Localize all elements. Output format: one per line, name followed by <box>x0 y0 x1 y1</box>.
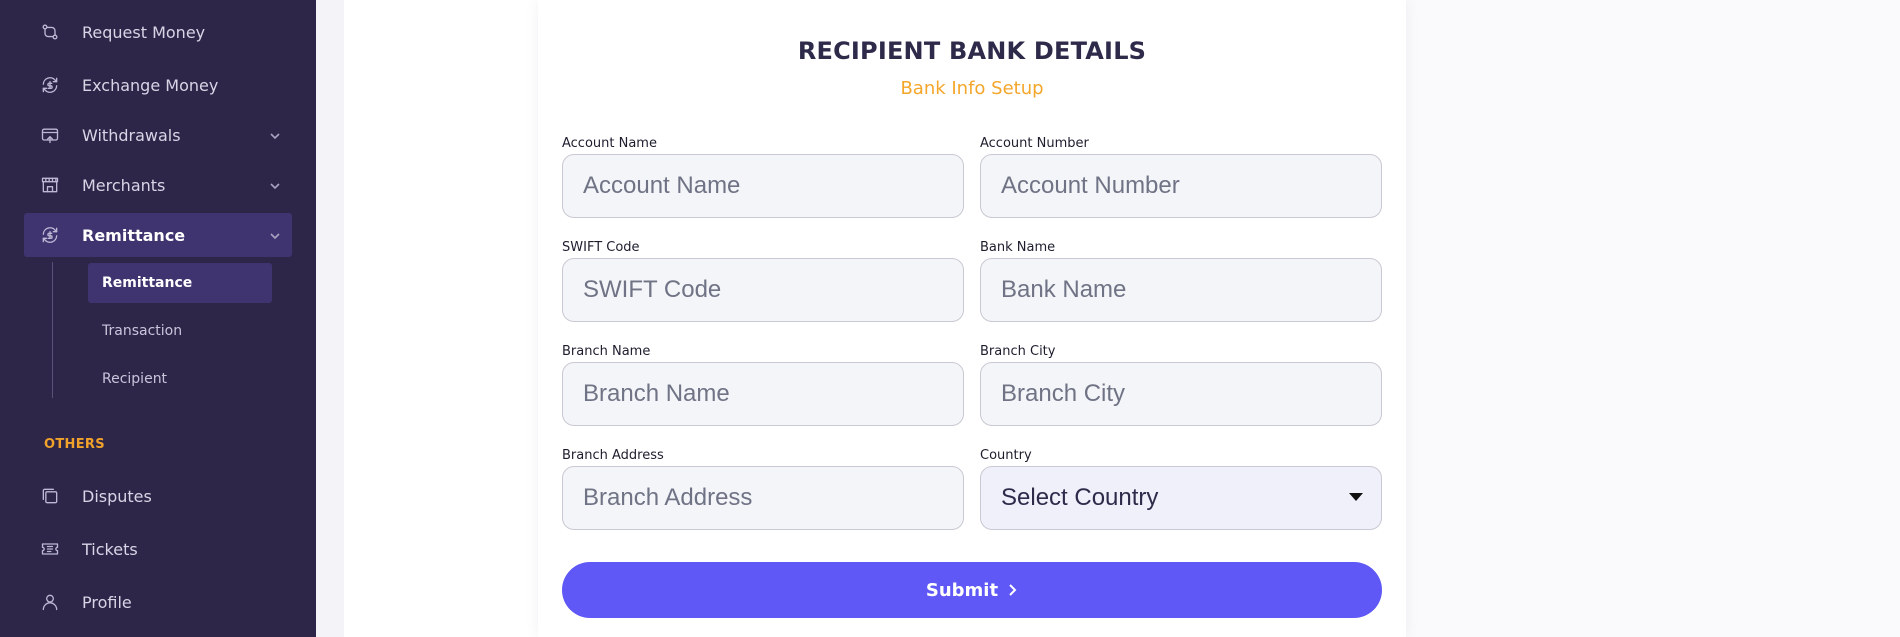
sidebar-item-label: Disputes <box>82 486 152 506</box>
bank-name-label: Bank Name <box>980 240 1056 255</box>
disputes-icon <box>38 484 62 508</box>
sidebar-item-label: Withdrawals <box>82 125 181 145</box>
sidebar-item-request-money[interactable]: Request Money <box>24 10 292 54</box>
account-number-label: Account Number <box>980 136 1089 151</box>
form-title: RECIPIENT BANK DETAILS <box>797 37 1147 65</box>
branch-city-label: Branch City <box>980 344 1056 359</box>
exchange-icon <box>38 73 62 97</box>
user-icon <box>38 590 62 614</box>
country-select[interactable]: Select Country <box>980 466 1382 530</box>
sidebar-item-remittance[interactable]: Remittance <box>24 213 292 257</box>
branch-address-input[interactable] <box>562 466 964 530</box>
recipient-bank-form-card: RECIPIENT BANK DETAILS Bank Info Setup A… <box>538 0 1406 637</box>
withdraw-icon <box>38 123 62 147</box>
branch-city-input[interactable] <box>980 362 1382 426</box>
sidebar-item-label: Merchants <box>82 175 166 195</box>
chevron-down-icon <box>268 128 282 142</box>
submenu-item-transaction[interactable]: Transaction <box>88 311 272 351</box>
sidebar: Request Money Exchange Money Withdrawals… <box>0 0 316 637</box>
sidebar-item-withdrawals[interactable]: Withdrawals <box>24 113 292 157</box>
sidebar-item-label: Profile <box>82 592 132 612</box>
country-select-value: Select Country <box>1001 484 1159 511</box>
submit-button[interactable]: Submit <box>562 562 1382 618</box>
submenu-divider <box>52 262 53 398</box>
account-name-input[interactable] <box>562 154 964 218</box>
sidebar-item-label: Tickets <box>82 539 138 559</box>
sidebar-item-merchants[interactable]: Merchants <box>24 163 292 207</box>
swift-code-label: SWIFT Code <box>562 240 640 255</box>
account-name-label: Account Name <box>562 136 657 151</box>
sidebar-item-profile[interactable]: Profile <box>24 580 292 624</box>
country-label: Country <box>980 448 1032 463</box>
form-subtitle: Bank Info Setup <box>900 78 1044 99</box>
chevron-down-icon <box>268 178 282 192</box>
account-number-input[interactable] <box>980 154 1382 218</box>
submenu-item-remittance[interactable]: Remittance <box>88 263 272 303</box>
submenu-item-recipient[interactable]: Recipient <box>88 359 272 399</box>
branch-name-input[interactable] <box>562 362 964 426</box>
sidebar-item-tickets[interactable]: Tickets <box>24 527 292 571</box>
sidebar-item-label: Exchange Money <box>82 75 219 95</box>
sidebar-item-exchange-money[interactable]: Exchange Money <box>24 63 292 107</box>
request-money-icon <box>38 20 62 44</box>
chevron-right-icon <box>1006 583 1018 597</box>
chevron-down-icon <box>268 228 282 242</box>
branch-name-label: Branch Name <box>562 344 651 359</box>
caret-down-icon <box>1349 493 1363 501</box>
sidebar-item-disputes[interactable]: Disputes <box>24 474 292 518</box>
branch-address-label: Branch Address <box>562 448 664 463</box>
submit-button-label: Submit <box>925 579 999 601</box>
bank-name-input[interactable] <box>980 258 1382 322</box>
right-panel-bg <box>1406 0 1900 637</box>
sidebar-item-label: Request Money <box>82 22 206 42</box>
sidebar-item-label: Remittance <box>82 225 186 245</box>
swift-code-input[interactable] <box>562 258 964 322</box>
ticket-icon <box>38 537 62 561</box>
store-icon <box>38 173 62 197</box>
remittance-icon <box>38 223 62 247</box>
section-label-others: OTHERS <box>44 437 105 452</box>
